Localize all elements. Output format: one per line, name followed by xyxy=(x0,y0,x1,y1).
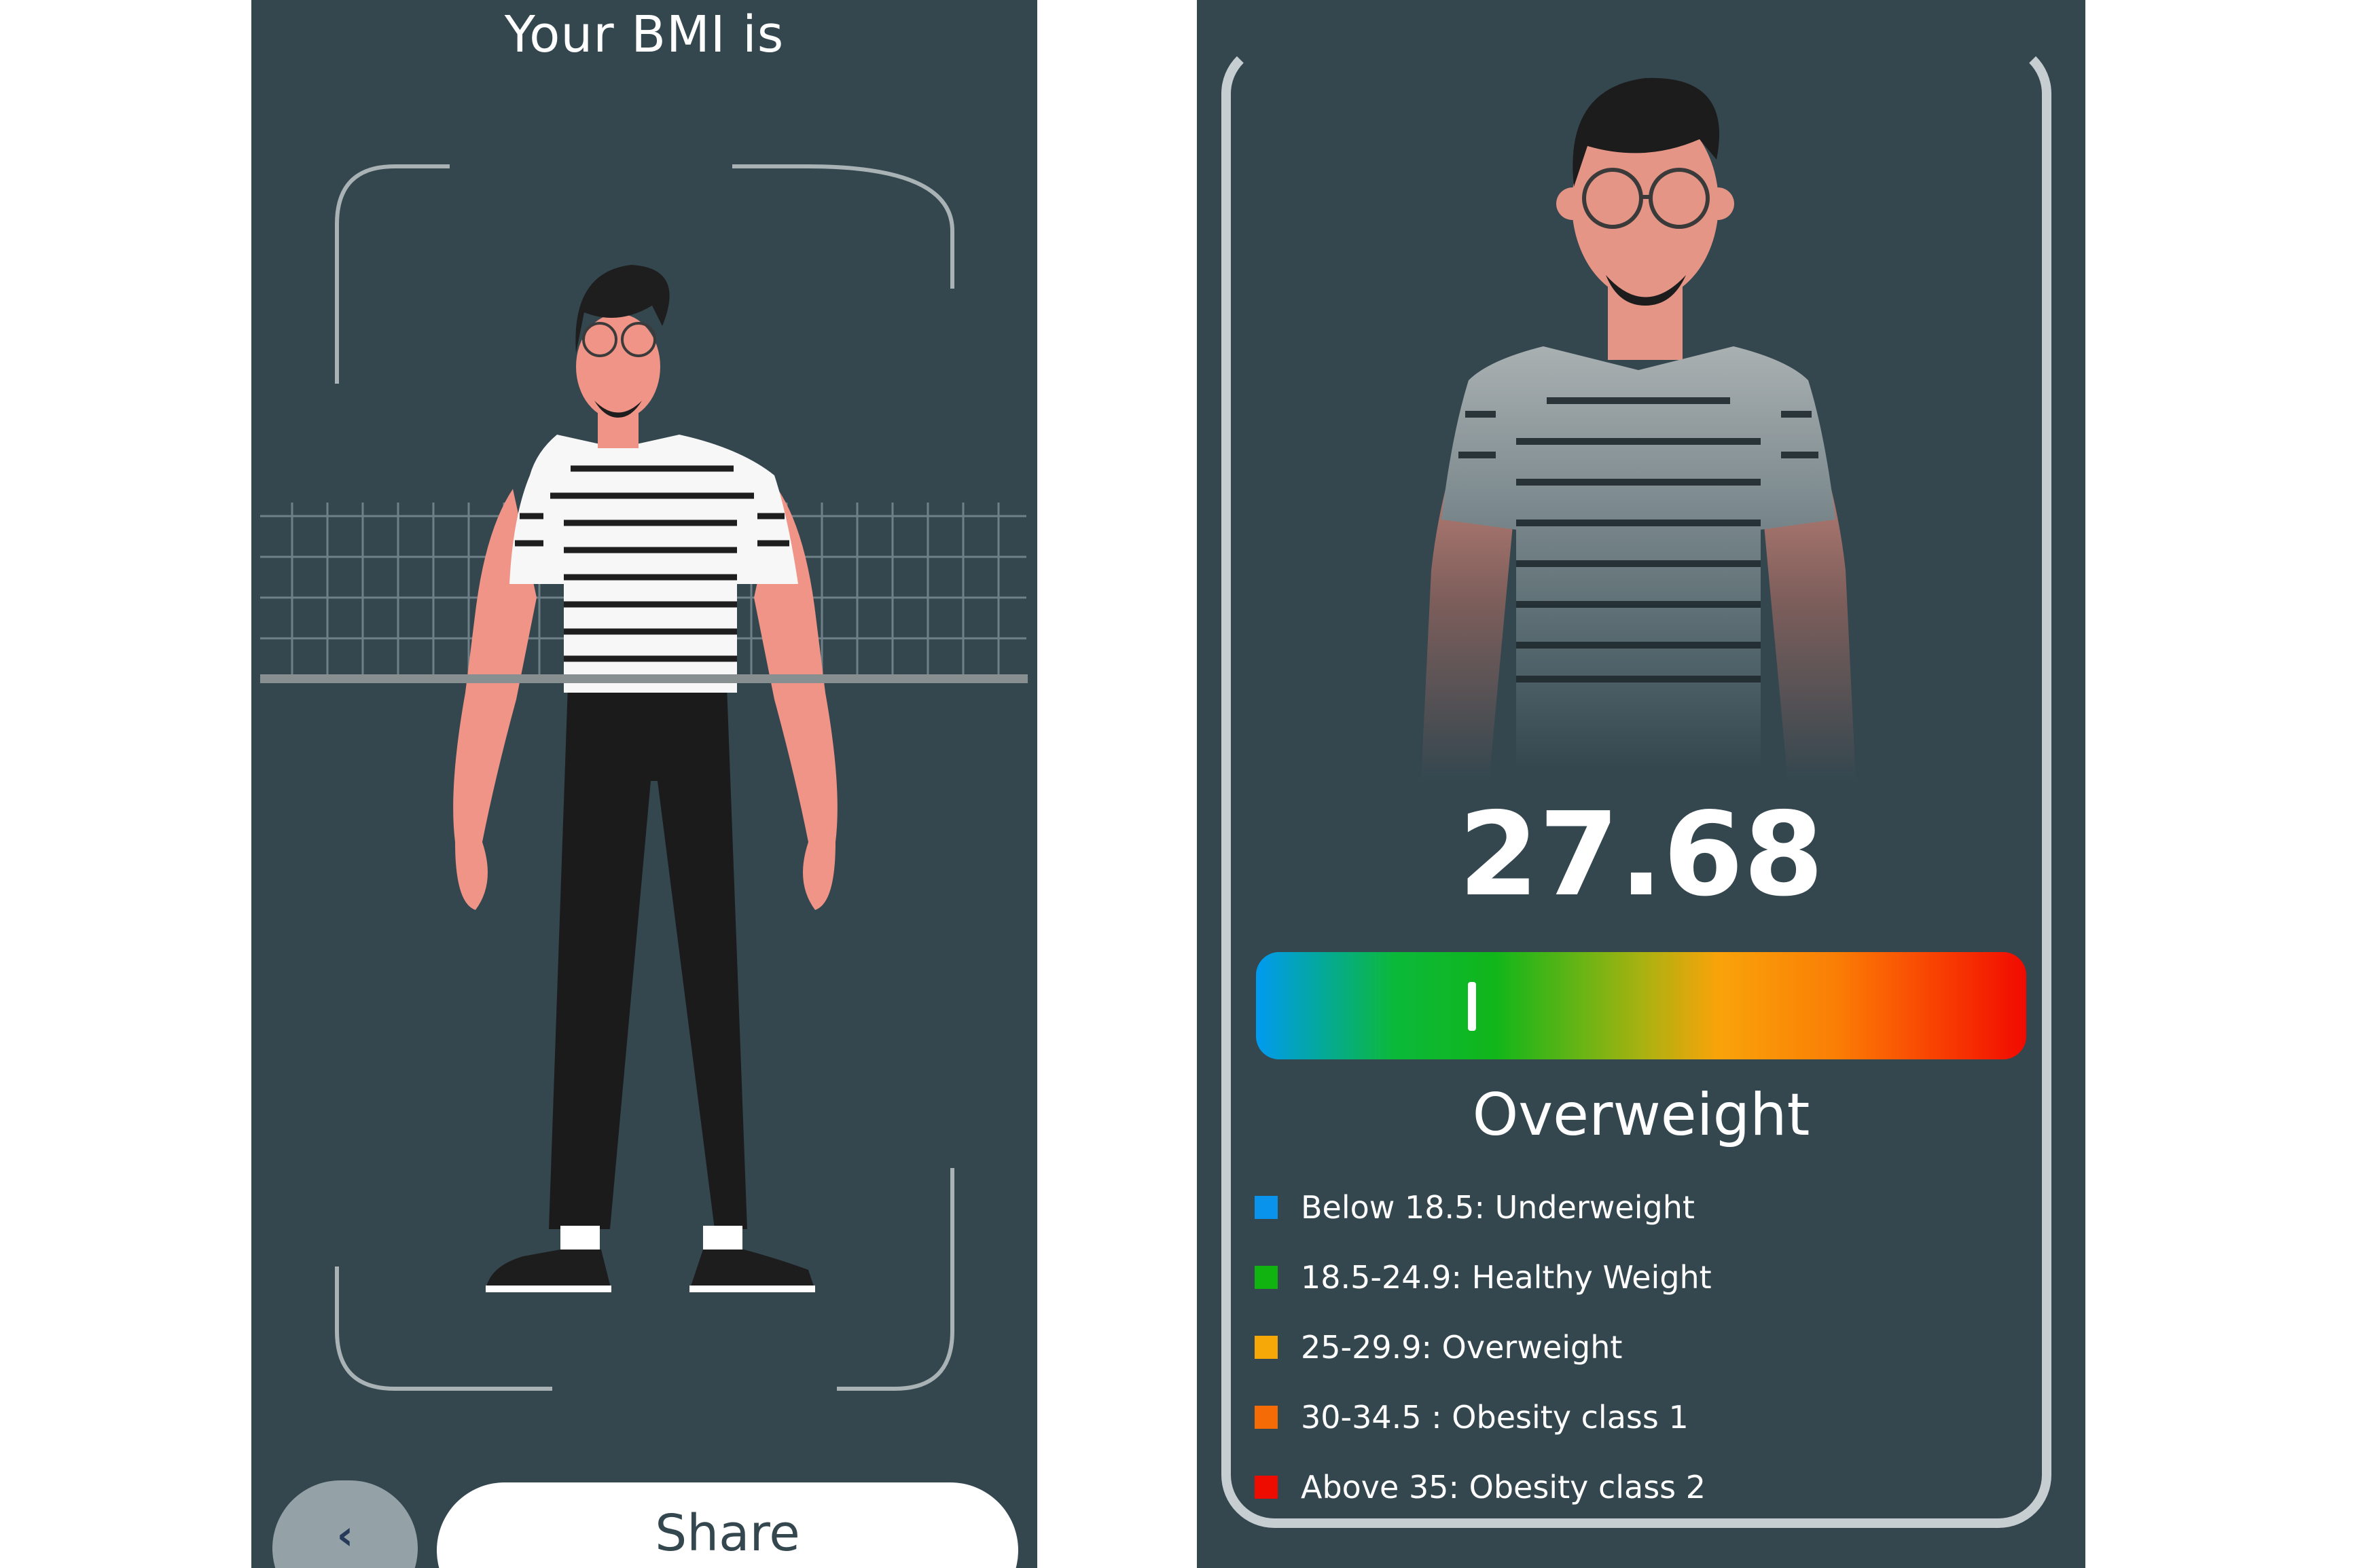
share-button-label: Share xyxy=(655,1504,800,1563)
legend-item: 25-29.9: Overweight xyxy=(1255,1312,1712,1382)
legend-item: Above 35: Obesity class 2 xyxy=(1255,1452,1712,1522)
legend-swatch xyxy=(1255,1335,1278,1359)
legend-item: 18.5-24.9: Healthy Weight xyxy=(1255,1242,1712,1312)
legend-label: Above 35: Obesity class 2 xyxy=(1301,1468,1706,1506)
bmi-body-screen: Your BMI is ‹ Share xyxy=(251,0,1037,1568)
legend-label: 30-34.5 : Obesity class 1 xyxy=(1301,1398,1689,1436)
measure-line xyxy=(260,674,1028,683)
legend-swatch xyxy=(1255,1475,1278,1499)
legend-label: 18.5-24.9: Healthy Weight xyxy=(1301,1258,1712,1296)
back-button[interactable]: ‹ xyxy=(272,1480,418,1568)
legend-label: Below 18.5: Underweight xyxy=(1301,1188,1695,1226)
left-shoe xyxy=(486,1250,611,1290)
upper-body-illustration xyxy=(1421,77,1856,781)
pants xyxy=(549,686,747,1229)
legend-item: 30-34.5 : Obesity class 1 xyxy=(1255,1382,1712,1452)
legend-swatch xyxy=(1255,1265,1278,1289)
chevron-left-icon: ‹ xyxy=(336,1512,354,1559)
bmi-legend: Below 18.5: Underweight 18.5-24.9: Healt… xyxy=(1255,1172,1712,1522)
right-shoe xyxy=(689,1250,815,1290)
body-scan-illustration xyxy=(260,164,1028,1391)
bmi-gauge xyxy=(1256,952,2026,1059)
bmi-category: Overweight xyxy=(1472,1081,1810,1149)
bmi-result-screen: 27.68 Overweight Below 18.5: Underweight… xyxy=(1197,0,2085,1568)
legend-swatch xyxy=(1255,1405,1278,1429)
gauge-marker xyxy=(1467,982,1476,1031)
shirt xyxy=(509,435,798,693)
bmi-value: 27.68 xyxy=(1458,788,1824,922)
legend-item: Below 18.5: Underweight xyxy=(1255,1172,1712,1242)
legend-label: 25-29.9: Overweight xyxy=(1301,1328,1623,1366)
legend-swatch xyxy=(1255,1195,1278,1219)
share-button[interactable]: Share xyxy=(437,1482,1018,1568)
